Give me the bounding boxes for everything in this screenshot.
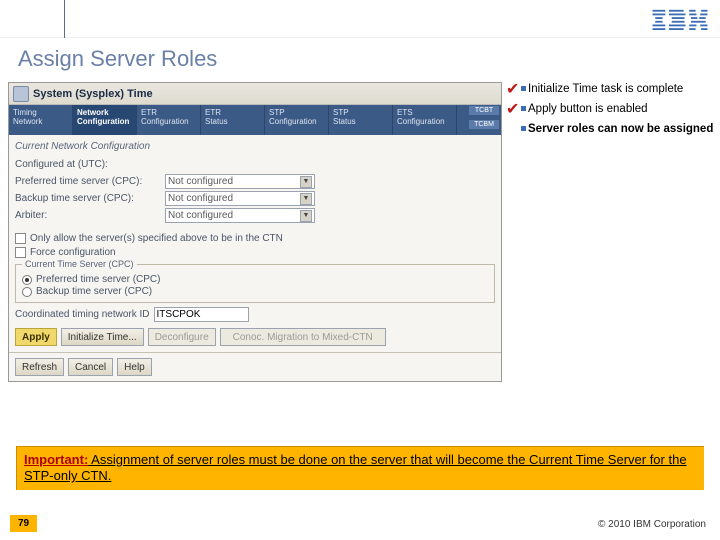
current-time-server-group: Current Time Server (CPC) Preferred time… (15, 264, 495, 303)
tab-stp-configuration[interactable]: STPConfiguration (265, 105, 329, 135)
ibm-logo (652, 8, 708, 35)
check-icon: ✔ (506, 99, 519, 119)
slide-title: Assign Server Roles (0, 38, 720, 78)
important-callout: Important: Assignment of server roles mu… (16, 446, 704, 490)
backup-label: Backup time server (CPC): (15, 193, 165, 204)
select-value: Not configured (168, 176, 233, 187)
backup-select[interactable]: Not configured ▼ (165, 191, 315, 206)
page-number: 79 (10, 515, 37, 532)
tab-label: Network (77, 108, 109, 117)
migration-button: Conoc. Migration to Mixed-CTN (220, 328, 386, 346)
window-title: System (Sysplex) Time (33, 88, 153, 100)
section-label: Current Network Configuration (15, 141, 495, 152)
bullet-notes: ✔ Initialize Time task is complete ✔ App… (502, 82, 714, 382)
window-header: System (Sysplex) Time (9, 83, 501, 105)
initialize-time-button[interactable]: Initialize Time... (61, 328, 144, 346)
side-code-top: TCBT (469, 106, 499, 115)
divider (64, 0, 65, 38)
tab-label: STP (269, 108, 285, 117)
top-bar (0, 0, 720, 38)
tab-timing-network[interactable]: TimingNetwork (9, 105, 73, 135)
tab-label: ETR (141, 108, 157, 117)
help-button[interactable]: Help (117, 358, 152, 376)
radio-label: Preferred time server (CPC) (36, 274, 160, 285)
tab-label: Network (13, 117, 42, 126)
tab-network-configuration[interactable]: NetworkConfiguration (73, 105, 137, 135)
radio-label: Backup time server (CPC) (36, 286, 152, 297)
checkbox-box (15, 247, 26, 258)
only-allow-checkbox[interactable]: Only allow the server(s) specified above… (15, 233, 495, 244)
tab-bar: TimingNetwork NetworkConfiguration ETRCo… (9, 105, 501, 135)
bullet-icon (521, 86, 526, 91)
tab-label: Configuration (77, 117, 129, 126)
chevron-down-icon: ▼ (300, 176, 312, 188)
screenshot-panel: System (Sysplex) Time TimingNetwork Netw… (8, 82, 502, 382)
preferred-label: Preferred time server (CPC): (15, 176, 165, 187)
tab-stp-status[interactable]: STPStatus (329, 105, 393, 135)
coord-label: Coordinated timing network ID (15, 309, 150, 320)
tab-label: Configuration (269, 117, 317, 126)
select-value: Not configured (168, 193, 233, 204)
configured-at-label: Configured at (UTC): (15, 159, 165, 170)
tab-label: Status (205, 117, 228, 126)
bullet-icon (521, 126, 526, 131)
coord-input[interactable] (154, 307, 249, 322)
note-item: ✔ Initialize Time task is complete (510, 82, 714, 96)
checkbox-label: Only allow the server(s) specified above… (30, 233, 283, 244)
content-area: System (Sysplex) Time TimingNetwork Netw… (0, 78, 720, 382)
chevron-down-icon: ▼ (300, 210, 312, 222)
tab-etr-configuration[interactable]: ETRConfiguration (137, 105, 201, 135)
group-legend: Current Time Server (CPC) (22, 259, 137, 269)
tab-label: Configuration (397, 117, 445, 126)
select-value: Not configured (168, 210, 233, 221)
tab-ets-configuration[interactable]: ETSConfiguration (393, 105, 457, 135)
checkbox-box (15, 233, 26, 244)
note-item: ✔ Apply button is enabled (510, 102, 714, 116)
window-icon (13, 86, 29, 102)
checkbox-label: Force configuration (30, 247, 116, 258)
apply-button[interactable]: Apply (15, 328, 57, 346)
radio-preferred[interactable]: Preferred time server (CPC) (22, 274, 488, 285)
side-code-bottom: TCBM (469, 120, 499, 129)
arbiter-label: Arbiter: (15, 210, 165, 221)
tab-label: ETS (397, 108, 413, 117)
important-label: Important: (24, 452, 88, 467)
force-checkbox[interactable]: Force configuration (15, 247, 495, 258)
note-text: Initialize Time task is complete (528, 82, 714, 96)
tab-label: ETR (205, 108, 221, 117)
arbiter-select[interactable]: Not configured ▼ (165, 208, 315, 223)
important-text: Assignment of server roles must be done … (24, 452, 687, 483)
config-panel: Current Network Configuration Configured… (9, 135, 501, 352)
check-icon: ✔ (506, 79, 519, 99)
tab-label: Configuration (141, 117, 189, 126)
tab-label: STP (333, 108, 349, 117)
radio-backup[interactable]: Backup time server (CPC) (22, 286, 488, 297)
refresh-button[interactable]: Refresh (15, 358, 64, 376)
deconfigure-button: Deconfigure (148, 328, 216, 346)
note-item: Server roles can now be assigned (510, 122, 714, 136)
copyright: © 2010 IBM Corporation (598, 519, 706, 530)
footer-buttons: Refresh Cancel Help (9, 352, 501, 381)
tab-label: Status (333, 117, 356, 126)
note-text: Apply button is enabled (528, 102, 714, 116)
note-text: Server roles can now be assigned (528, 122, 714, 136)
cancel-button[interactable]: Cancel (68, 358, 113, 376)
bullet-icon (521, 106, 526, 111)
radio-dot (22, 287, 32, 297)
preferred-select[interactable]: Not configured ▼ (165, 174, 315, 189)
radio-dot (22, 275, 32, 285)
tab-etr-status[interactable]: ETRStatus (201, 105, 265, 135)
chevron-down-icon: ▼ (300, 193, 312, 205)
tab-label: Timing (13, 108, 37, 117)
